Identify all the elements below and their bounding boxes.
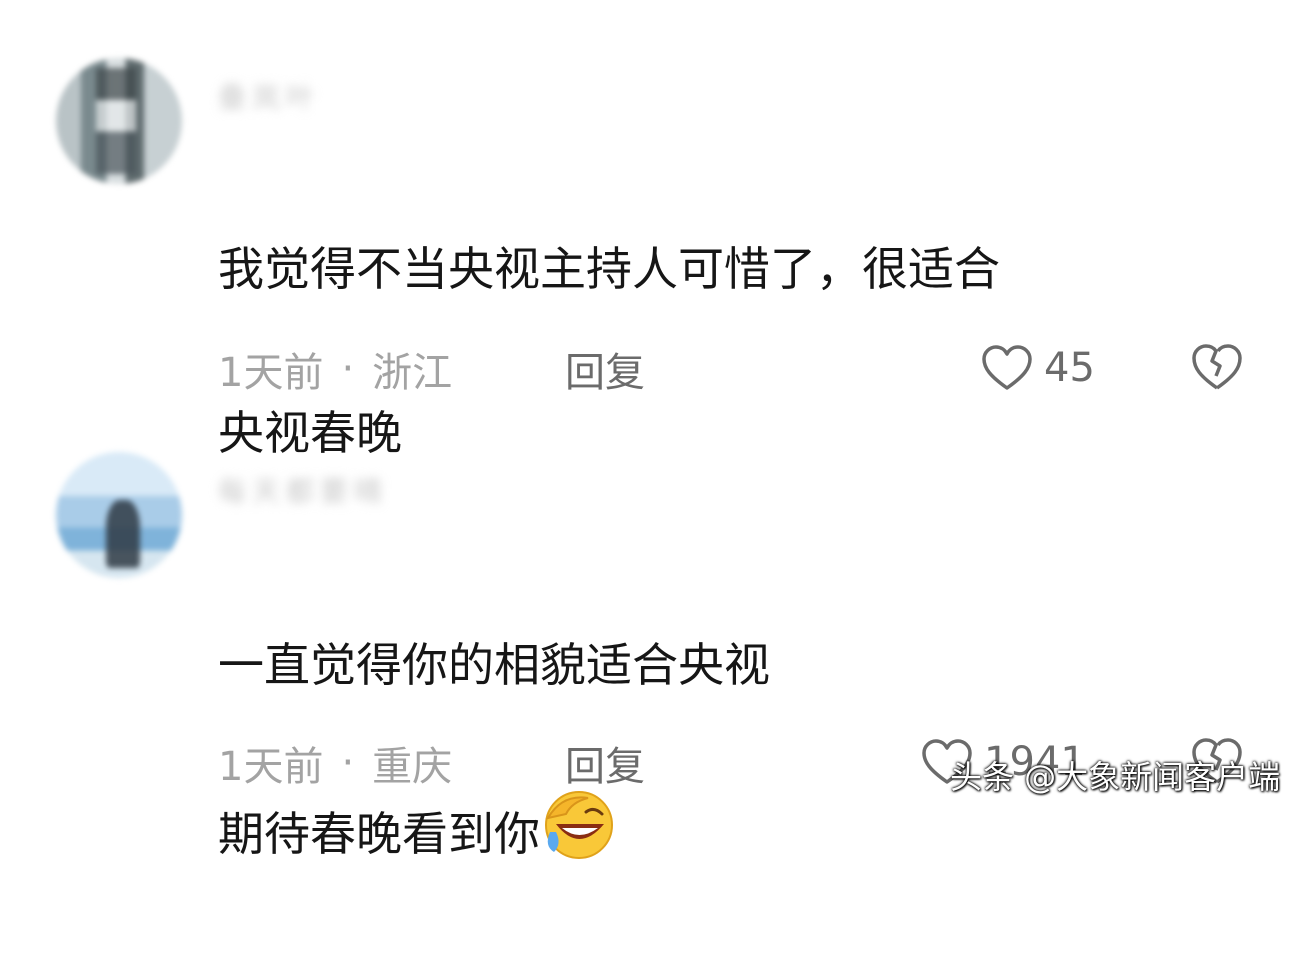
watermark: 头条 @大象新闻客户端 <box>950 758 1281 796</box>
like-button[interactable]: 45 <box>980 342 1095 394</box>
comment-meta: 1天前 · 浙江 <box>218 344 452 396</box>
comment-line: 一直觉得你的相貌适合央视 <box>218 638 770 692</box>
comment-time: 1天前 <box>218 350 324 396</box>
username[interactable]: 每天都要晴 <box>218 470 388 510</box>
comment-item: 叠岚叶 我觉得不当央视主持人可惜了，很适合 央视春晚 1天前 · 浙江 回复 4… <box>0 0 1312 460</box>
comment-time: 1天前 <box>218 744 324 790</box>
comment-line-text: 期待春晚看到你 <box>218 807 540 861</box>
avatar[interactable] <box>56 58 182 184</box>
comment-line: 我觉得不当央视主持人可惜了，很适合 <box>218 242 1000 296</box>
username[interactable]: 叠岚叶 <box>218 76 320 116</box>
reply-button[interactable]: 回复 <box>565 344 645 396</box>
meta-separator: · <box>341 346 355 392</box>
comment-meta: 1天前 · 重庆 <box>218 738 452 790</box>
broken-heart-icon[interactable] <box>1190 342 1244 394</box>
laughing-crying-emoji <box>545 791 613 859</box>
comment-location: 重庆 <box>372 744 453 790</box>
comment-line: 期待春晚看到你 <box>218 788 1258 875</box>
like-count: 45 <box>1044 345 1095 391</box>
comment-location: 浙江 <box>372 350 453 396</box>
heart-outline-icon <box>982 345 1032 390</box>
avatar[interactable] <box>56 452 182 578</box>
reply-button[interactable]: 回复 <box>565 738 645 790</box>
meta-separator: · <box>341 740 355 786</box>
